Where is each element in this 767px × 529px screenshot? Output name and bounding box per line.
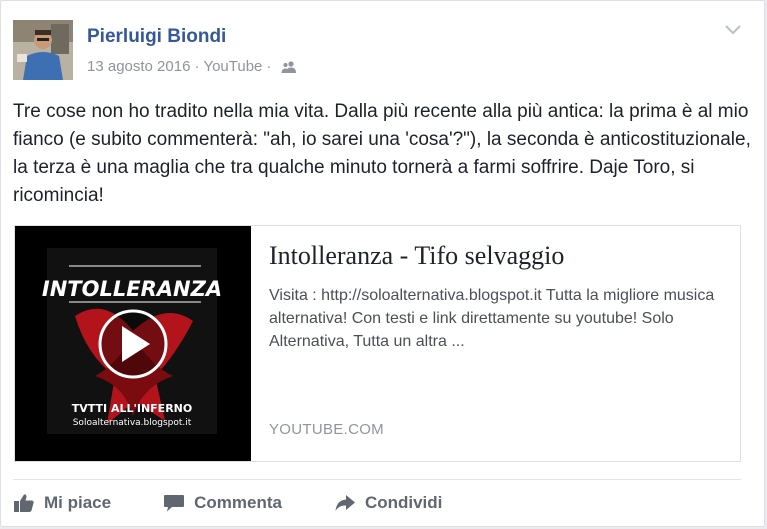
meta-separator: · xyxy=(266,58,272,75)
thumbnail-album-text: TVTTI ALL'INFERNO xyxy=(72,402,192,415)
share-label: Condividi xyxy=(364,493,443,512)
avatar[interactable] xyxy=(13,20,73,80)
friends-icon[interactable] xyxy=(281,60,297,74)
play-icon[interactable] xyxy=(98,309,168,379)
link-domain: YOUTUBE.COM xyxy=(269,421,384,438)
post-meta: 13 agosto 2016 · YouTube · xyxy=(87,58,297,75)
post-source[interactable]: YouTube xyxy=(203,58,262,75)
author-name[interactable]: Pierluigi Biondi xyxy=(87,26,226,48)
post-card: Pierluigi Biondi 13 agosto 2016 · YouTub… xyxy=(0,0,765,527)
comment-button[interactable]: Commenta xyxy=(163,493,282,513)
thumbs-up-icon xyxy=(14,494,34,512)
thumbnail-band-text: INTOLLERANZA xyxy=(42,277,222,301)
post-text: Tre cose non ho tradito nella mia vita. … xyxy=(13,101,751,206)
action-bar: Mi piace Commenta Condividi xyxy=(13,489,494,517)
video-thumbnail[interactable]: INTOLLERANZA TVTTI ALL'INFERNO Soloalter… xyxy=(15,226,251,461)
link-title[interactable]: Intolleranza - Tifo selvaggio xyxy=(269,241,729,271)
link-preview[interactable]: INTOLLERANZA TVTTI ALL'INFERNO Soloalter… xyxy=(14,225,741,462)
share-icon xyxy=(335,495,355,511)
share-button[interactable]: Condividi xyxy=(334,493,442,513)
like-label: Mi piace xyxy=(44,493,112,512)
meta-separator: · xyxy=(194,58,200,75)
post-options-chevron-icon[interactable] xyxy=(723,23,743,37)
thumbnail-site-text: Soloalternativa.blogspot.it xyxy=(73,418,192,428)
comment-icon xyxy=(164,495,185,512)
link-description: Visita : http://soloalternativa.blogspot… xyxy=(269,287,715,350)
avatar-photo xyxy=(13,20,73,80)
comment-label: Commenta xyxy=(194,493,282,512)
divider xyxy=(13,479,741,480)
post-date[interactable]: 13 agosto 2016 xyxy=(87,58,190,75)
like-button[interactable]: Mi piace xyxy=(13,493,111,513)
